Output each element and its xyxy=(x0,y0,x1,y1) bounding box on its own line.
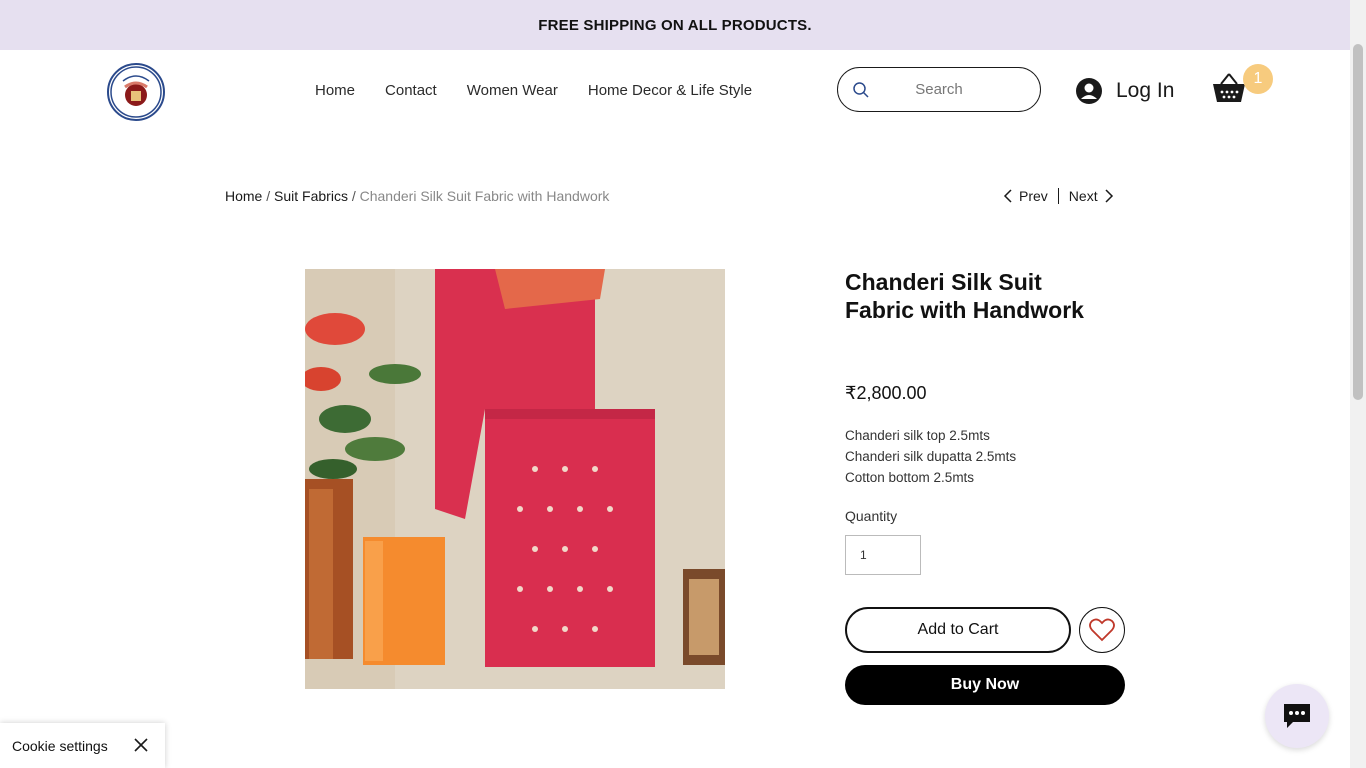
prev-label: Prev xyxy=(1019,188,1048,204)
breadcrumb: Home / Suit Fabrics / Chanderi Silk Suit… xyxy=(225,188,609,204)
search-box[interactable] xyxy=(837,67,1041,112)
quantity-label: Quantity xyxy=(845,508,898,524)
product-description: Chanderi silk top 2.5mts Chanderi silk d… xyxy=(845,425,1016,488)
login-button[interactable]: Log In xyxy=(1075,77,1174,105)
breadcrumb-home[interactable]: Home xyxy=(225,188,262,204)
description-line: Cotton bottom 2.5mts xyxy=(845,470,975,485)
next-label: Next xyxy=(1068,188,1098,204)
breadcrumb-category[interactable]: Suit Fabrics xyxy=(274,188,348,204)
chat-button[interactable] xyxy=(1265,684,1329,748)
breadcrumb-separator: / xyxy=(266,188,271,204)
buy-now-button[interactable]: Buy Now xyxy=(845,665,1125,705)
prev-button[interactable]: Prev xyxy=(1003,188,1048,204)
user-icon xyxy=(1076,78,1102,104)
chevron-left-icon xyxy=(1003,189,1012,203)
description-line: Chanderi silk dupatta 2.5mts xyxy=(845,449,1017,464)
product-pagination: Prev Next xyxy=(1003,188,1114,204)
product-price: ₹2,800.00 xyxy=(845,383,927,403)
product-title: Chanderi Silk Suit Fabric with Handwork xyxy=(845,269,1084,323)
login-label: Log In xyxy=(1116,79,1175,102)
description-line: Chanderi silk top 2.5mts xyxy=(845,428,990,443)
heart-icon xyxy=(1089,618,1115,642)
quantity-value: 1 xyxy=(860,548,867,562)
breadcrumb-separator: / xyxy=(351,188,356,204)
cookie-settings-banner[interactable]: Cookie settings xyxy=(0,723,165,768)
breadcrumb-current: Chanderi Silk Suit Fabric with Handwork xyxy=(359,188,610,204)
buy-now-label: Buy Now xyxy=(950,676,1020,693)
nav-item-home[interactable]: Home xyxy=(315,82,355,99)
nav-item-women-wear[interactable]: Women Wear xyxy=(467,82,558,99)
logo-icon xyxy=(110,66,162,118)
wishlist-button[interactable] xyxy=(1079,607,1125,653)
scrollbar-thumb[interactable] xyxy=(1353,44,1363,400)
next-button[interactable]: Next xyxy=(1069,188,1114,204)
add-to-cart-label: Add to Cart xyxy=(917,621,999,638)
pagination-divider xyxy=(1057,188,1059,204)
cart-button[interactable]: 1 xyxy=(1211,64,1273,111)
cart-icon xyxy=(1213,73,1245,102)
product-photo xyxy=(305,269,725,689)
add-to-cart-button[interactable]: Add to Cart xyxy=(845,607,1071,653)
main-nav: Home Contact Women Wear Home Decor & Lif… xyxy=(315,82,752,99)
chat-icon xyxy=(1284,704,1310,728)
scrollbar[interactable] xyxy=(1350,0,1366,768)
nav-item-contact[interactable]: Contact xyxy=(385,82,437,99)
cookie-settings-label[interactable]: Cookie settings xyxy=(12,738,108,754)
search-icon xyxy=(853,82,869,98)
product-image[interactable] xyxy=(305,269,725,689)
nav-item-home-decor[interactable]: Home Decor & Life Style xyxy=(588,82,752,99)
announcement-text: FREE SHIPPING ON ALL PRODUCTS. xyxy=(538,16,812,34)
page: FREE SHIPPING ON ALL PRODUCTS. Home Cont… xyxy=(0,0,1366,768)
quantity-stepper[interactable]: 1 xyxy=(845,535,921,575)
chevron-right-icon xyxy=(1105,189,1113,203)
close-icon[interactable] xyxy=(134,738,148,752)
announcement-bar: FREE SHIPPING ON ALL PRODUCTS. xyxy=(0,0,1350,50)
cart-count-badge: 1 xyxy=(1243,64,1273,94)
brand-logo[interactable] xyxy=(107,63,165,121)
